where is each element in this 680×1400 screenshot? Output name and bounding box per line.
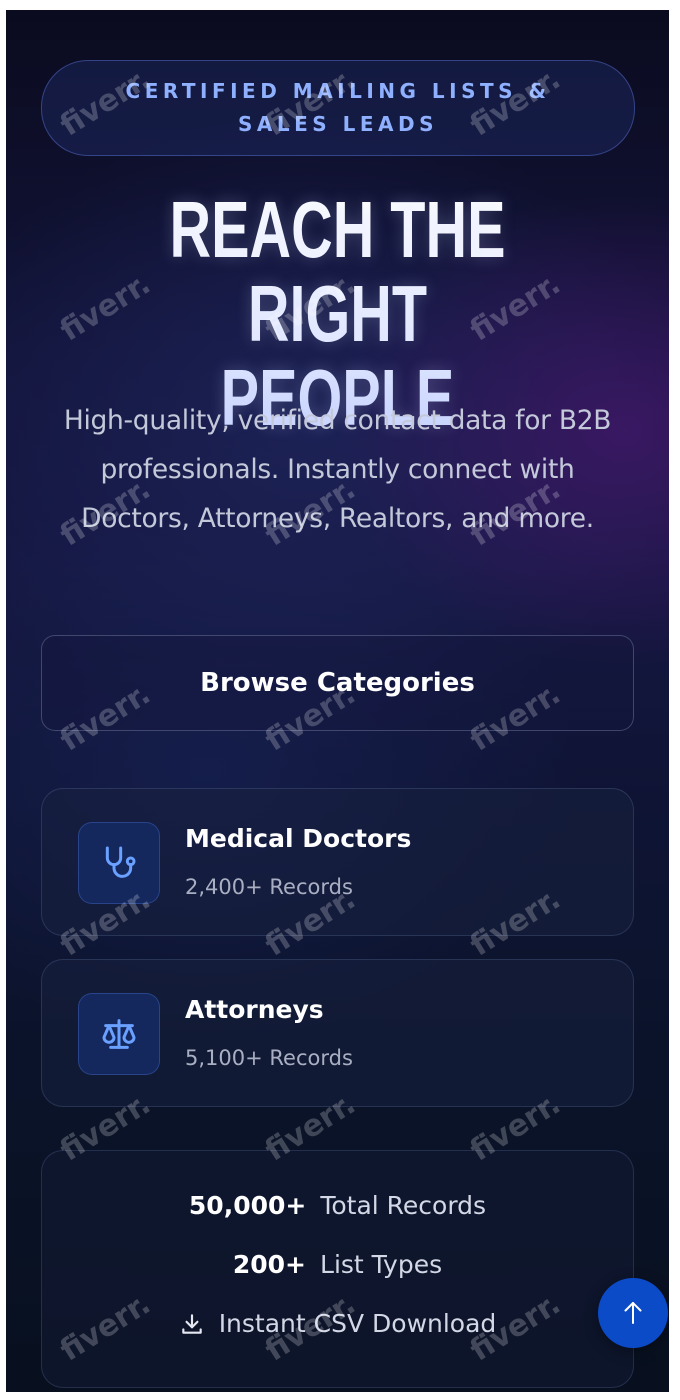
stat-types-value: 200+ (232, 1250, 307, 1279)
category-count: 2,400+ Records (185, 875, 353, 899)
stat-csv-download: Instant CSV Download (42, 1309, 633, 1338)
category-card-medical-doctors[interactable]: Medical Doctors 2,400+ Records (41, 788, 634, 936)
browse-categories-button[interactable]: Browse Categories (41, 635, 634, 731)
stat-total-value: 50,000+ (188, 1191, 307, 1220)
stat-types-label: List Types (320, 1250, 443, 1279)
category-count: 5,100+ Records (185, 1046, 353, 1070)
hero-badge: CERTIFIED MAILING LISTS & SALES LEADS (41, 60, 635, 156)
stat-total-label: Total Records (320, 1191, 487, 1220)
stats-panel: 50,000+ Total Records 200+ List Types Inst… (41, 1150, 634, 1388)
app-screen: CERTIFIED MAILING LISTS & SALES LEADS RE… (6, 10, 669, 1392)
headline-line-1: REACH THE RIGHT (169, 185, 506, 358)
stat-download-label: Instant CSV Download (218, 1309, 497, 1338)
arrow-up-icon (624, 1302, 642, 1324)
download-icon (181, 1313, 202, 1334)
stethoscope-icon (78, 822, 160, 904)
category-card-attorneys[interactable]: Attorneys 5,100+ Records (41, 959, 634, 1107)
stat-total-records: 50,000+ Total Records (42, 1191, 633, 1220)
hero-subtitle: High-quality, verified contact data for … (63, 405, 612, 534)
category-title: Medical Doctors (185, 824, 412, 853)
stat-list-types: 200+ List Types (42, 1250, 633, 1279)
hero-badge-text: CERTIFIED MAILING LISTS & SALES LEADS (125, 79, 551, 136)
category-title: Attorneys (185, 995, 324, 1024)
scales-icon (78, 993, 160, 1075)
scroll-to-top-button[interactable] (598, 1278, 668, 1348)
